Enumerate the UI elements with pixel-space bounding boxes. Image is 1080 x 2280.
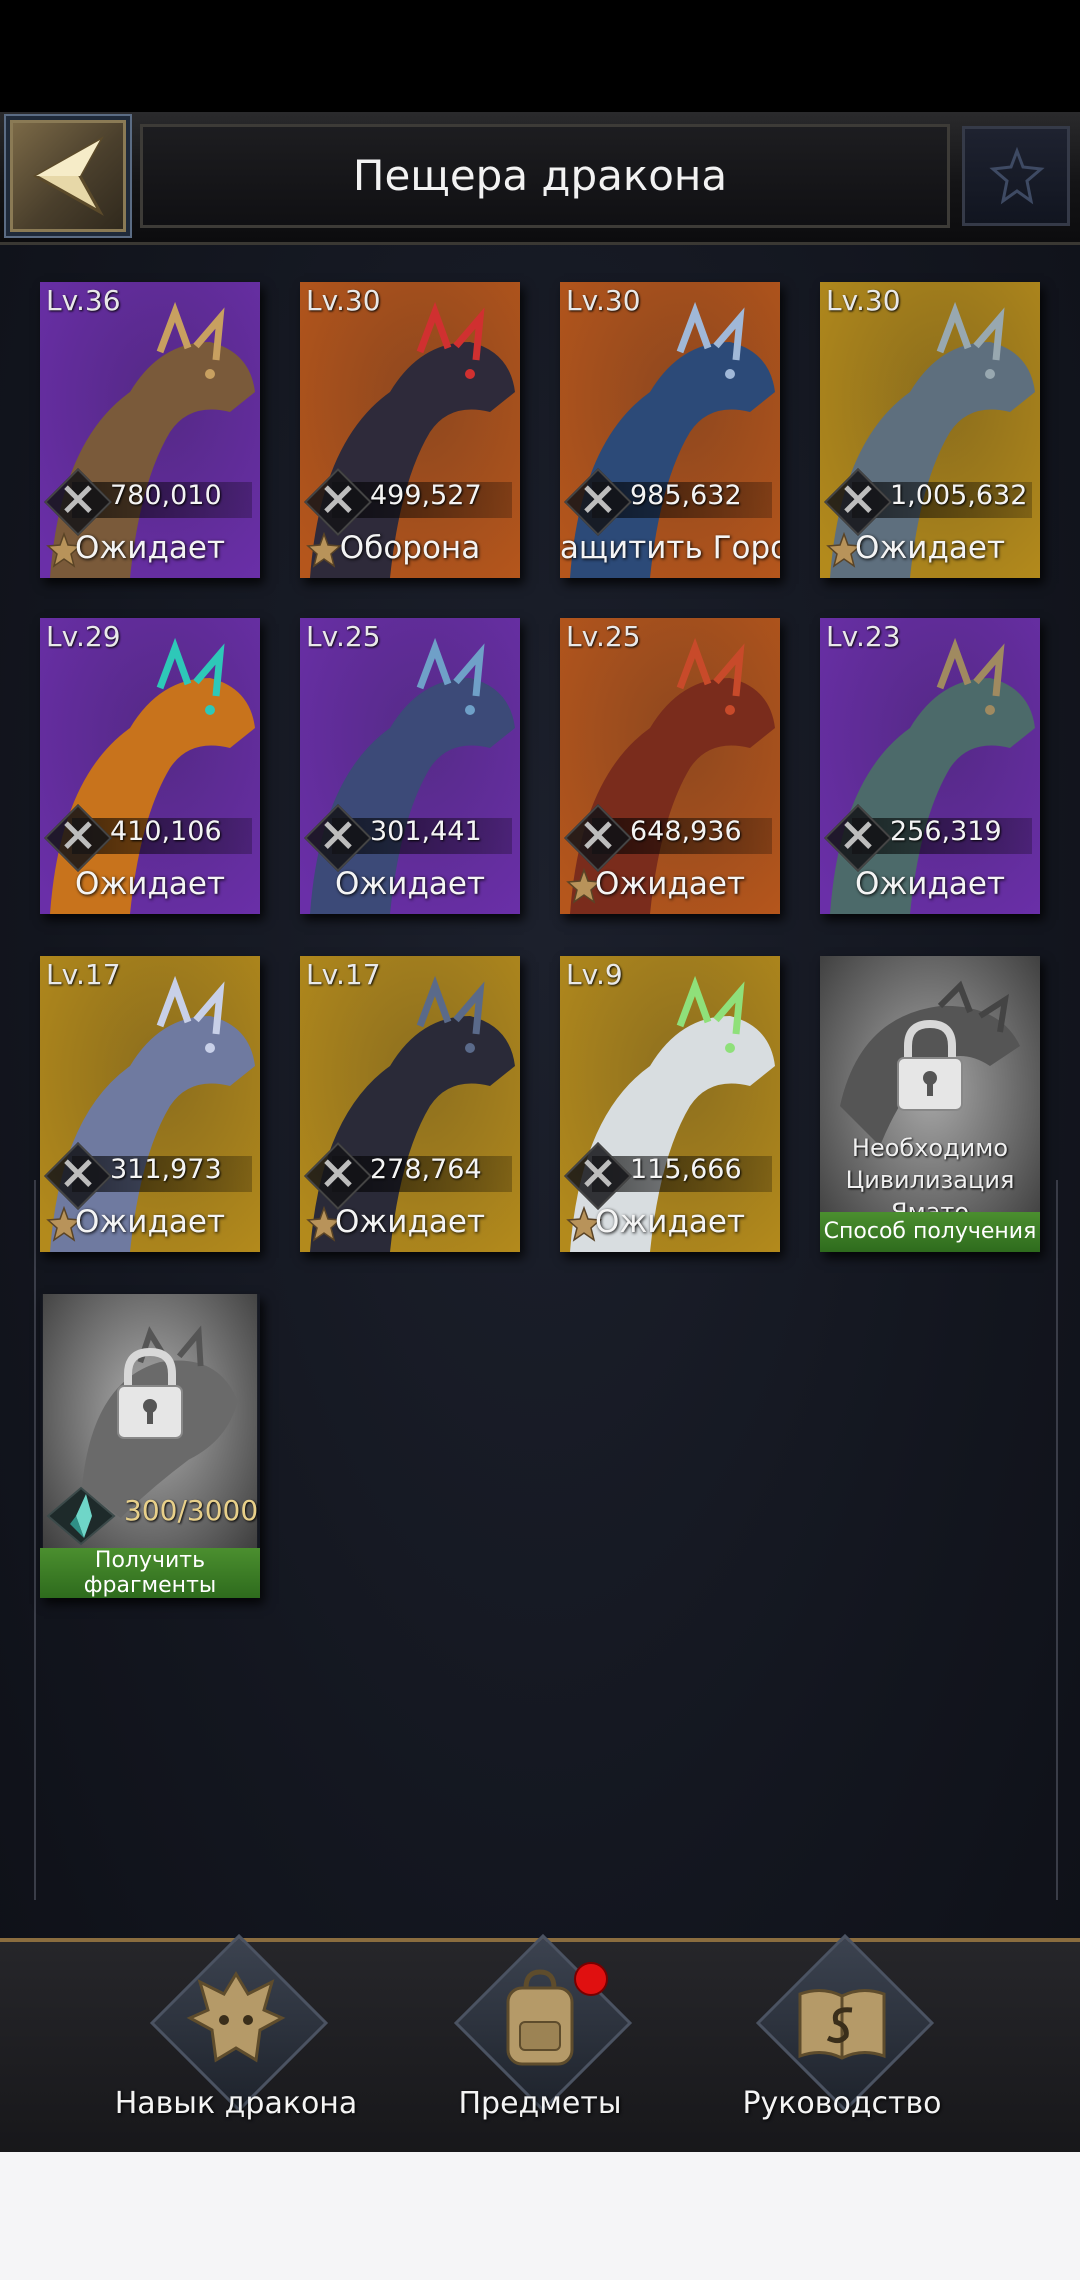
dragon-level: Lv.30 xyxy=(566,284,641,317)
items-label: Предметы xyxy=(458,2086,622,2121)
dragon-status: Ожидает xyxy=(854,530,1006,566)
left-frame-line xyxy=(34,1180,36,1900)
dragon-power: 256,319 xyxy=(890,816,1002,847)
dragon-level: Lv.17 xyxy=(46,958,121,991)
dragon-card[interactable]: Lv.25 301,441 Ожидает xyxy=(300,618,520,914)
lock-icon xyxy=(117,1347,183,1439)
dragon-card-locked[interactable]: Необходимо Цивилизация Ямато Способ полу… xyxy=(820,956,1040,1252)
get-fragments-line: фрагменты xyxy=(83,1573,217,1598)
dragon-card[interactable]: Lv.25 648,936 Ожидает xyxy=(560,618,780,914)
dragon-level: Lv.9 xyxy=(566,958,623,991)
power-row: 410,106 xyxy=(44,804,254,872)
dragon-card[interactable]: Lv.36 780,010 Ожидает xyxy=(40,282,260,578)
dragon-head-icon xyxy=(186,1971,286,2063)
dragon-card[interactable]: Lv.30 1,005,632 Ожидает xyxy=(820,282,1040,578)
dragon-power: 410,106 xyxy=(110,816,222,847)
dragon-power: 115,666 xyxy=(630,1154,742,1185)
dragon-status: Защитить Город xyxy=(560,530,780,566)
dragon-power: 499,527 xyxy=(370,480,482,511)
power-row: 115,666 xyxy=(564,1142,774,1210)
dragon-power: 278,764 xyxy=(370,1154,482,1185)
power-row: 311,973 xyxy=(44,1142,254,1210)
dragon-power: 648,936 xyxy=(630,816,742,847)
dragon-card[interactable]: Lv.30 499,527 Оборона xyxy=(300,282,520,578)
dragon-card[interactable]: Lv.17 278,764 Ожидает xyxy=(300,956,520,1252)
notification-badge xyxy=(574,1962,608,1996)
dragon-status: Ожидает xyxy=(594,866,746,902)
requirement-line: Необходимо xyxy=(851,1134,1009,1162)
right-frame-line xyxy=(1056,1180,1058,1900)
guide-label: Руководство xyxy=(742,2086,942,2121)
book-icon xyxy=(798,1989,886,2060)
lock-icon xyxy=(897,1019,963,1111)
dragon-level: Lv.23 xyxy=(826,620,901,653)
back-arrow-icon xyxy=(32,136,104,216)
dragon-power: 985,632 xyxy=(630,480,742,511)
dragon-status: Ожидает xyxy=(74,530,226,566)
dragon-level: Lv.30 xyxy=(826,284,901,317)
dragon-skill-button[interactable]: Навык дракона xyxy=(106,1933,366,2140)
dragon-status: Ожидает xyxy=(74,1204,226,1240)
ornament-icon xyxy=(962,126,1070,226)
crystal-fragment-icon xyxy=(46,1486,116,1546)
dragon-level: Lv.36 xyxy=(46,284,121,317)
dragon-status: Ожидает xyxy=(594,1204,746,1240)
power-row: 301,441 xyxy=(304,804,514,872)
dragon-card[interactable]: Lv.29 410,106 Ожидает xyxy=(40,618,260,914)
obtain-method-label: Способ получения xyxy=(823,1219,1037,1244)
dragon-status: Ожидает xyxy=(334,866,486,902)
requirement-line: Цивилизация xyxy=(845,1166,1015,1194)
page-title: Пещера дракона xyxy=(352,151,728,200)
dragon-level: Lv.30 xyxy=(306,284,381,317)
dragon-status: Оборона xyxy=(339,530,481,566)
power-row: 1,005,632 xyxy=(824,468,1034,536)
dragon-level: Lv.25 xyxy=(566,620,641,653)
power-row: 278,764 xyxy=(304,1142,514,1210)
power-row: 985,632 xyxy=(564,468,774,536)
dragon-power: 780,010 xyxy=(110,480,222,511)
dragon-power: 1,005,632 xyxy=(890,480,1028,511)
power-row: 499,527 xyxy=(304,468,514,536)
items-button[interactable]: Предметы xyxy=(410,1933,670,2140)
dragon-card[interactable]: Lv.30 985,632 Защитить Город xyxy=(560,282,780,578)
dragon-status: Ожидает xyxy=(854,866,1006,902)
power-row: 780,010 xyxy=(44,468,254,536)
dragon-power: 301,441 xyxy=(370,816,482,847)
status-bar xyxy=(0,0,1080,112)
dragon-skill-label: Навык дракона xyxy=(114,2086,358,2121)
dragon-status: Ожидает xyxy=(74,866,226,902)
back-button[interactable] xyxy=(6,116,130,236)
dragon-card[interactable]: Lv.23 256,319 Ожидает xyxy=(820,618,1040,914)
dragon-card-fragments[interactable]: 300/3000 Получить фрагменты xyxy=(40,1294,260,1598)
power-row: 256,319 xyxy=(824,804,1034,872)
dragon-card[interactable]: Lv.17 311,973 Ожидает xyxy=(40,956,260,1252)
dragon-level: Lv.17 xyxy=(306,958,381,991)
dragon-status: Ожидает xyxy=(334,1204,486,1240)
dragon-level: Lv.25 xyxy=(306,620,381,653)
fragment-count: 300/3000 xyxy=(124,1494,259,1527)
get-fragments-label: Получить фрагменты xyxy=(40,1548,260,1598)
dragon-card[interactable]: Lv.9 115,666 Ожидает xyxy=(560,956,780,1252)
system-nav-bar xyxy=(0,2152,1080,2280)
dragon-level: Lv.29 xyxy=(46,620,121,653)
power-row: 648,936 xyxy=(564,804,774,872)
get-fragments-line: Получить xyxy=(94,1548,206,1573)
guide-button[interactable]: Руководство xyxy=(712,1933,972,2140)
dragon-power: 311,973 xyxy=(110,1154,222,1185)
